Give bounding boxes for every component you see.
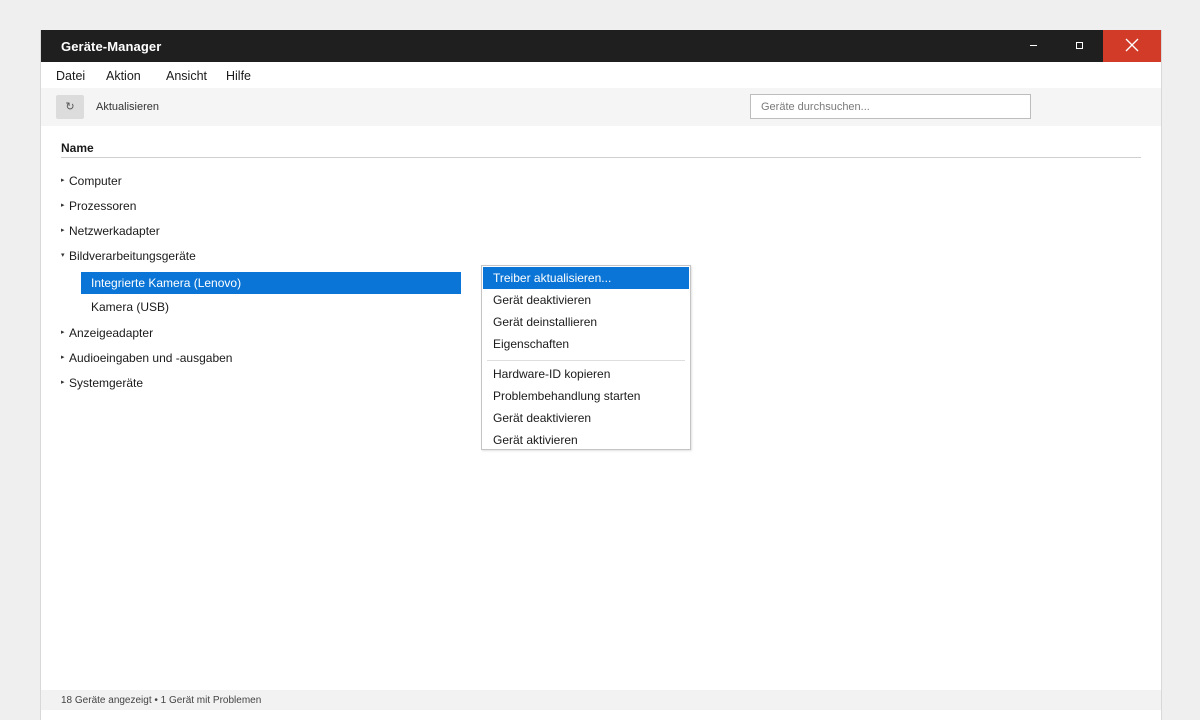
category-label: Anzeigeadapter: [69, 326, 154, 340]
toolbar: ↻ Aktualisieren: [41, 88, 1161, 126]
expand-arrow-icon[interactable]: ▸: [61, 349, 69, 367]
window-title: Geräte-Manager: [61, 39, 162, 54]
status-bar: 18 Geräte angezeigt • 1 Gerät mit Proble…: [41, 690, 1161, 710]
category-label: Audioeingaben und -ausgaben: [69, 351, 233, 365]
tree-device-kamera-usb[interactable]: Kamera (USB): [81, 296, 461, 318]
menu-item-problembehandlung[interactable]: Problembehandlung starten: [483, 385, 689, 407]
maximize-icon: [1075, 42, 1083, 50]
device-search-input[interactable]: [750, 94, 1031, 119]
minimize-icon: [1029, 45, 1037, 47]
menu-item-geraet-deinstallieren[interactable]: Gerät deinstallieren: [483, 311, 689, 333]
menu-item-geraet-deaktivieren[interactable]: Gerät deaktivieren: [483, 289, 689, 311]
menu-item-eigenschaften[interactable]: Eigenschaften: [483, 333, 689, 355]
menu-datei[interactable]: Datei: [56, 69, 85, 83]
status-text: 18 Geräte angezeigt • 1 Gerät mit Proble…: [61, 695, 262, 706]
menu-item-geraet-aktivieren[interactable]: Gerät aktivieren: [483, 429, 689, 451]
maximize-button[interactable]: [1056, 30, 1102, 62]
close-button[interactable]: [1103, 30, 1161, 62]
expand-arrow-icon[interactable]: ▸: [61, 222, 69, 240]
menu-separator: [487, 360, 685, 361]
context-menu: Treiber aktualisieren... Gerät deaktivie…: [481, 265, 691, 450]
tree-category-systemgeraete[interactable]: ▸ Systemgeräte: [61, 374, 143, 392]
expand-arrow-icon[interactable]: ▸: [61, 172, 69, 190]
tree-category-netzwerkadapter[interactable]: ▸ Netzwerkadapter: [61, 222, 160, 240]
tree-category-anzeigeadapter[interactable]: ▸ Anzeigeadapter: [61, 324, 153, 342]
tree-category-prozessoren[interactable]: ▸ Prozessoren: [61, 197, 136, 215]
minimize-button[interactable]: [1010, 30, 1056, 62]
tree-device-integrierte-kamera[interactable]: Integrierte Kamera (Lenovo): [81, 272, 461, 294]
category-label: Bildverarbeitungsgeräte: [69, 249, 196, 263]
category-label: Prozessoren: [69, 199, 137, 213]
collapse-arrow-icon[interactable]: ▾: [61, 247, 69, 265]
menu-bar: Datei Aktion Ansicht Hilfe: [41, 62, 1161, 88]
menu-ansicht[interactable]: Ansicht: [166, 69, 207, 83]
tree-category-computer[interactable]: ▸ Computer: [61, 172, 122, 190]
tree-category-audio[interactable]: ▸ Audioeingaben und -ausgaben: [61, 349, 232, 367]
menu-aktion[interactable]: Aktion: [106, 69, 141, 83]
menu-item-treiber-aktualisieren[interactable]: Treiber aktualisieren...: [483, 267, 689, 289]
category-label: Netzwerkadapter: [69, 224, 160, 238]
name-column-header[interactable]: Name: [61, 141, 1141, 158]
close-icon: [1125, 38, 1139, 52]
expand-arrow-icon[interactable]: ▸: [61, 374, 69, 392]
category-label: Systemgeräte: [69, 376, 144, 390]
tree-category-bildverarbeitungsgeraete[interactable]: ▾ Bildverarbeitungsgeräte: [61, 247, 196, 265]
expand-arrow-icon[interactable]: ▸: [61, 324, 69, 342]
menu-item-geraet-deaktivieren-2[interactable]: Gerät deaktivieren: [483, 407, 689, 429]
menu-item-hardware-id-kopieren[interactable]: Hardware-ID kopieren: [483, 363, 689, 385]
refresh-button[interactable]: ↻: [56, 95, 84, 119]
title-bar[interactable]: Geräte-Manager: [41, 30, 1161, 62]
device-manager-window: Geräte-Manager Datei Aktion Ansicht Hilf…: [40, 30, 1162, 720]
refresh-label[interactable]: Aktualisieren: [96, 101, 159, 113]
expand-arrow-icon[interactable]: ▸: [61, 197, 69, 215]
refresh-icon: ↻: [65, 101, 75, 113]
category-label: Computer: [69, 174, 122, 188]
menu-hilfe[interactable]: Hilfe: [226, 69, 251, 83]
